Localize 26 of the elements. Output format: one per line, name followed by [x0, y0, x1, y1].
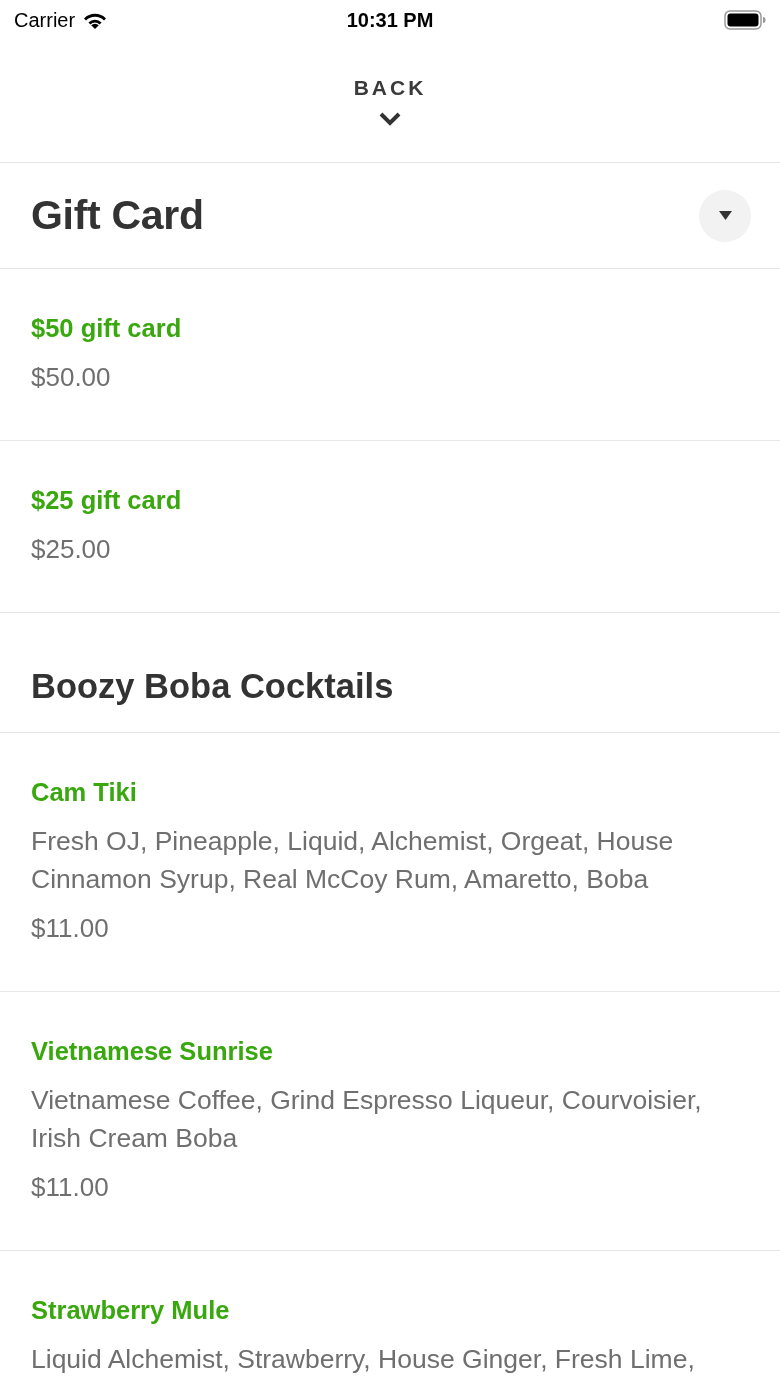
back-button[interactable]: BACK: [353, 74, 427, 102]
section-title: Boozy Boba Cocktails: [31, 666, 394, 706]
item-description: Fresh OJ, Pineapple, Liquid, Alchemist, Orgeat, House Cinnamon Syrup, Real McCoy Rum, Amaretto, Boba: [31, 825, 675, 896]
status-time: 10:31 PM: [346, 8, 434, 32]
menu-item-card[interactable]: $25 gift card $25.00: [0, 441, 780, 613]
battery-icon: [724, 10, 766, 30]
wifi-icon: [83, 11, 108, 29]
item-price: $11.00: [31, 1171, 109, 1204]
item-description: Vietnamese Coffee, Grind Espresso Liqueur, Courvoisier, Irish Cream Boba: [31, 1084, 703, 1155]
menu-item-card[interactable]: Cam Tiki Fresh OJ, Pineapple, Liquid, Alchemist, Orgeat, House Cinnamon Syrup, Real McCoy Rum, Amaretto, Boba $11.00: [0, 733, 780, 992]
chevron-down-icon[interactable]: [379, 112, 401, 126]
item-price: $11.00: [31, 912, 109, 945]
item-name: $50 gift card: [31, 313, 182, 344]
menu-item-card[interactable]: $50 gift card $50.00: [0, 269, 780, 441]
item-description: Liquid Alchemist, Strawberry, House Ginger, Fresh Lime,: [31, 1343, 696, 1376]
item-price: $50.00: [31, 361, 111, 394]
item-name: Cam Tiki: [31, 777, 137, 808]
menu-item-card[interactable]: Strawberry Mule Liquid Alchemist, Strawberry, House Ginger, Fresh Lime,: [0, 1251, 780, 1387]
item-name: Vietnamese Sunrise: [31, 1036, 273, 1067]
item-price: $25.00: [31, 533, 111, 566]
menu-item-card[interactable]: Vietnamese Sunrise Vietnamese Coffee, Grind Espresso Liqueur, Courvoisier, Irish Cream Boba $11.00: [0, 992, 780, 1251]
item-name: $25 gift card: [31, 485, 182, 516]
category-title: Gift Card: [31, 192, 204, 239]
item-name: Strawberry Mule: [31, 1295, 230, 1326]
carrier-label: Carrier: [14, 8, 76, 32]
caret-down-icon: [718, 211, 732, 220]
